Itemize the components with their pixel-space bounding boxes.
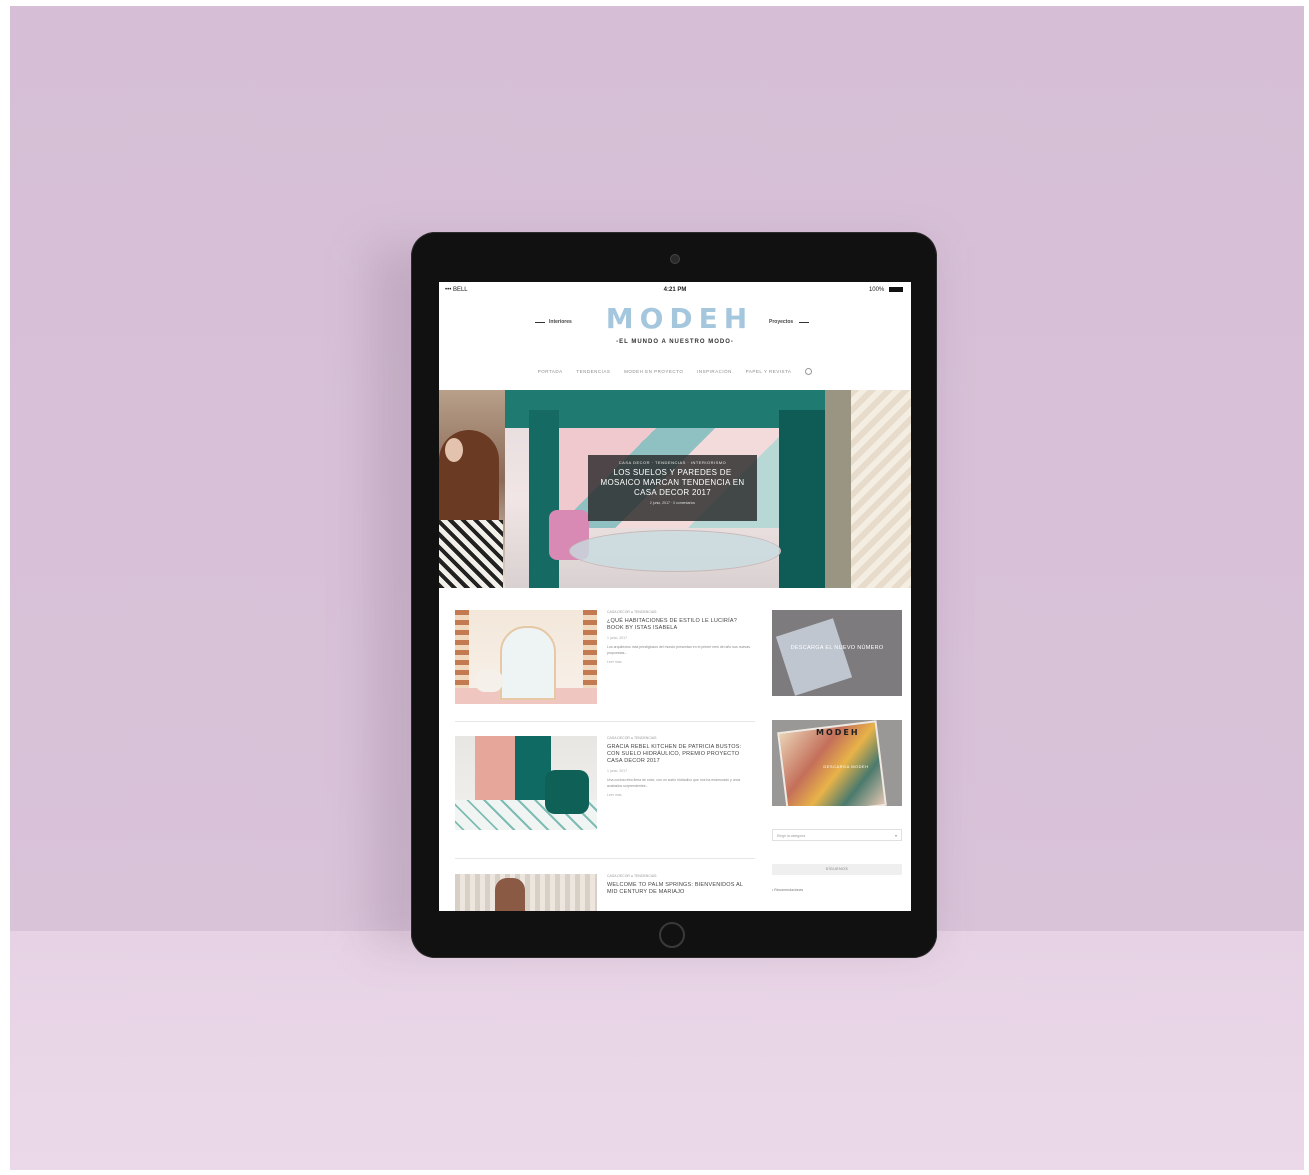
post-card[interactable]: CASA DECOR ● TENDENCIAS GRACIA REBEL KIT… [455,736,755,832]
chevron-down-icon: ▾ [894,833,897,838]
read-more-link[interactable]: Leer más [607,660,755,664]
post-meta: CASA DECOR ● TENDENCIAS [607,736,657,740]
post-thumbnail[interactable] [455,736,597,830]
nav-item-portada[interactable]: PORTADA [538,369,563,374]
nav-item-inspiracion[interactable]: INSPIRACIÓN [697,369,732,374]
battery-indicator: 100% [869,287,903,293]
post-meta: CASA DECOR ● TENDENCIAS [607,874,657,878]
post-excerpt: Una cocina retro llena de color, con un … [607,778,741,788]
masthead-left-word: Interiores [549,319,572,325]
post-text: CASA DECOR ● TENDENCIAS ¿QUÉ HABITACIONE… [607,610,755,664]
photo-sofa [475,670,503,692]
photo-scene: ••• BELL 4:21 PM 100% Interiores MODEH P… [10,6,1304,1170]
tablet-screen: ••• BELL 4:21 PM 100% Interiores MODEH P… [439,282,911,911]
read-more-link[interactable]: Leer más [607,793,755,797]
hero-caption-box[interactable]: CASA DECOR · TENDENCIAS · INTERIORISMO L… [588,455,757,521]
masthead-right-word: Proyectos [769,319,794,325]
promo-magazine-image [775,618,853,696]
home-button[interactable] [659,922,685,948]
post-divider [455,721,755,722]
status-time: 4:21 PM [663,287,687,293]
sidebar-link[interactable]: • Recomendaciones [772,888,803,892]
hero-photo-face [445,438,463,462]
search-icon[interactable] [805,368,813,375]
promo-magazine-cover[interactable]: MODEH DESCARGA MODEH [772,720,902,806]
post-card[interactable]: CASA DECOR ● TENDENCIAS WELCOME TO PALM … [455,874,755,911]
post-date: 1 junio, 2017 [607,769,628,773]
site-masthead: Interiores MODEH Proyectos -EL MUNDO A N… [439,300,911,352]
hero-photo-shirt [439,520,503,588]
hero-category[interactable]: CASA DECOR · TENDENCIAS · INTERIORISMO [588,460,757,465]
site-tagline: -EL MUNDO A NUESTRO MODO- [616,339,734,345]
promo-download-issue[interactable]: DESCARGA EL NUEVO NÚMERO [772,610,902,696]
post-text: CASA DECOR ● TENDENCIAS WELCOME TO PALM … [607,874,755,896]
magazine-cover-text: DESCARGA MODEH [823,764,869,769]
post-card[interactable]: CASA DECOR ● TENDENCIAS ¿QUÉ HABITACIONE… [455,610,755,706]
photo-curtain [475,736,515,800]
post-title[interactable]: WELCOME TO PALM SPRINGS: BIENVENIDOS AL … [607,882,755,896]
floor-background [10,931,1304,1170]
nav-item-revista[interactable]: PAPEL Y REVISTA [746,369,792,374]
battery-label: 100% [868,287,885,294]
divider-line [799,322,809,323]
site-logo[interactable]: MODEH [597,302,762,335]
category-select-value: Elegir la categoría [777,834,806,838]
post-excerpt: Los arquitectos más prestigiosos del mun… [607,645,750,655]
battery-icon [889,287,903,292]
nav-item-proyecto[interactable]: MODEH EN PROYECTO [624,369,683,374]
photo-person [495,878,525,911]
tablet-device: ••• BELL 4:21 PM 100% Interiores MODEH P… [411,232,937,958]
divider-line [535,322,545,323]
logo-row: Interiores MODEH Proyectos [439,302,911,335]
promo-download-text[interactable]: DESCARGA EL NUEVO NÚMERO [772,644,902,652]
camera-icon [670,254,680,264]
hero-photo-panel [825,390,851,588]
magazine-logo: MODEH [816,728,860,737]
hero-photo-curtain [529,410,559,588]
hero-title[interactable]: LOS SUELOS Y PAREDES DE MOSAICO MARCAN T… [594,468,751,498]
hero-photo-table [569,530,781,572]
photo-arch [500,626,556,700]
post-meta: CASA DECOR ● TENDENCIAS [607,610,657,614]
hero-featured-post[interactable]: CASA DECOR · TENDENCIAS · INTERIORISMO L… [439,390,911,588]
hero-photo-person [439,390,505,588]
hero-photo-curtain [779,410,825,588]
category-select[interactable]: Elegir la categoría ▾ [772,829,902,841]
post-title[interactable]: GRACIA REBEL KITCHEN DE PATRICIA BUSTOS:… [607,744,755,765]
post-divider [455,858,755,859]
post-thumbnail[interactable] [455,874,597,911]
follow-button[interactable]: SÍGUENOS [772,864,902,875]
hero-meta: 2 junio, 2017 · 0 comentarios [649,501,696,505]
post-thumbnail[interactable] [455,610,597,704]
main-nav: PORTADA TENDENCIAS MODEH EN PROYECTO INS… [439,368,911,382]
post-date: 1 junio, 2017 [607,636,628,640]
post-text: CASA DECOR ● TENDENCIAS GRACIA REBEL KIT… [607,736,755,797]
nav-item-tendencias[interactable]: TENDENCIAS [576,369,610,374]
status-bar: ••• BELL 4:21 PM 100% [439,282,911,300]
photo-chair [545,770,589,814]
hero-photo-pattern [851,390,911,588]
post-title[interactable]: ¿QUÉ HABITACIONES DE ESTILO LE LUCIRÍA? … [607,618,755,632]
